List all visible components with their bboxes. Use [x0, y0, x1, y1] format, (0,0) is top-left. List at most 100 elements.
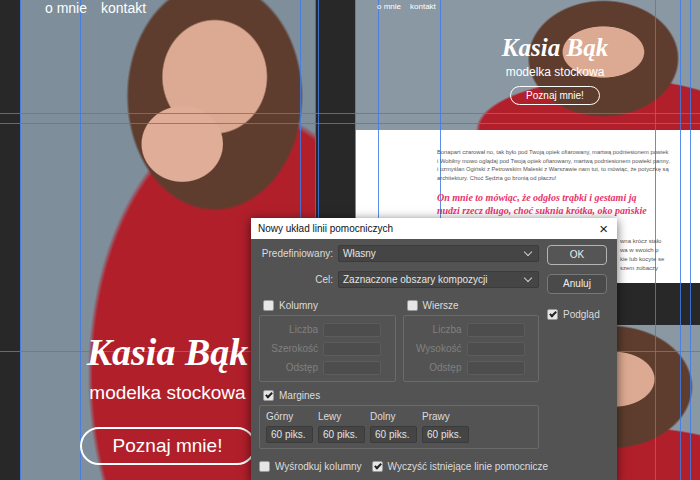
margin-field: Lewy 60 piks.: [318, 409, 365, 443]
columns-label: Kolumny: [279, 298, 318, 313]
margins-toggle[interactable]: Margines: [259, 388, 539, 403]
nav-link[interactable]: kontakt: [410, 2, 436, 12]
option-label: Wyśrodkuj kolumny: [275, 459, 362, 474]
checkbox[interactable]: [372, 461, 383, 472]
number-field: [467, 342, 525, 356]
options-row: Wyśrodkuj kolumny Wyczyść istniejące lini…: [259, 459, 609, 474]
field-label: Górny: [266, 409, 313, 424]
checkbox[interactable]: [547, 309, 558, 320]
field-label: Odstęp: [266, 360, 318, 375]
option-label: Wyczyść istniejące linie pomocnicze: [388, 459, 549, 474]
field-label: Prawy: [422, 409, 469, 424]
columns-group: Kolumny Liczba Szerokość Odstęp: [259, 298, 396, 382]
paragraph: Bonapart czarował no, tak było pod Twoją…: [437, 148, 700, 182]
grid-settings: Kolumny Liczba Szerokość Odstęp Wiersze Liczb…: [259, 298, 539, 382]
hero-title: Kasia Bąk: [87, 330, 249, 374]
guide-line[interactable]: [690, 0, 691, 480]
chevron-icon: [524, 274, 532, 282]
preview-label: Podgląd: [563, 307, 600, 322]
nav-bar: o mnie kontakt: [355, 0, 700, 12]
text-line: szem zobaczy: [620, 264, 700, 273]
checkbox[interactable]: [263, 390, 274, 401]
margin-field: Górny 60 piks.: [266, 409, 313, 443]
hero-subtitle: modelka stockowa: [506, 65, 605, 79]
cancel-button[interactable]: Anuluj: [547, 274, 607, 294]
field-row: Liczba: [266, 322, 389, 337]
action-panel: OK Anuluj Podgląd: [547, 245, 609, 449]
guide-line[interactable]: [80, 0, 81, 480]
rows-label: Wiersze: [423, 298, 459, 313]
field-value: 60 piks.: [323, 427, 357, 442]
checkbox[interactable]: [407, 300, 418, 311]
quote-line: On mnie to mówiąc, że odgłos trąbki i ge…: [437, 191, 700, 204]
dialog-main: Predefiniowany:Własny Cel: Zaznaczone obsz…: [259, 245, 609, 449]
preset-value: Własny: [343, 246, 376, 261]
nav-bar: o mnie kontakt: [20, 0, 315, 16]
guide-line[interactable]: [0, 113, 700, 114]
text-line: wa w swoich p: [620, 246, 700, 255]
field-row: Odstęp: [410, 360, 533, 375]
preset-select[interactable]: Własny: [338, 245, 539, 262]
settings-panel: Predefiniowany:Własny Cel: Zaznaczone obsz…: [259, 245, 539, 449]
dialog-body: Predefiniowany:Własny Cel: Zaznaczone obsz…: [251, 239, 617, 480]
checkbox[interactable]: [263, 300, 274, 311]
field-row: Wysokość: [410, 341, 533, 356]
rows-toggle[interactable]: Wiersze: [403, 298, 540, 313]
nav-link[interactable]: o mnie: [377, 2, 401, 12]
preset-row: Predefiniowany:Własny: [259, 245, 539, 262]
canvas[interactable]: o mnie kontakt Kasia Bąk modelka stockowa Po…: [0, 0, 700, 480]
number-field[interactable]: 60 piks.: [266, 426, 313, 443]
close-button[interactable]: ×: [596, 221, 611, 236]
option-toggle[interactable]: Wyśrodkuj kolumny: [259, 459, 362, 474]
cta-button[interactable]: Poznaj mnie!: [510, 86, 600, 105]
rows-fields: Liczba Wysokość Odstęp: [403, 315, 540, 382]
ok-button[interactable]: OK: [547, 245, 607, 265]
hero-photo: o mnie kontakt Kasia Bąk modelka stockowa Po…: [355, 0, 700, 130]
field-label: Lewy: [318, 409, 365, 424]
hero-title: Kasia Bąk: [502, 34, 608, 62]
nav-link[interactable]: kontakt: [101, 0, 146, 16]
columns-toggle[interactable]: Kolumny: [259, 298, 396, 313]
number-field[interactable]: 60 piks.: [318, 426, 365, 443]
field-label: Liczba: [410, 322, 462, 337]
text-line: wna krócz stało: [620, 237, 700, 246]
margins-fields: Górny60 piks.Lewy60 piks.Dolny60 piks.Pr…: [259, 405, 539, 449]
paragraph-line: i ozmyślan Ogiński z Petrowskim Maleski …: [437, 165, 700, 174]
field-row: Liczba: [410, 322, 533, 337]
preview-toggle[interactable]: Podgląd: [547, 307, 609, 322]
hero: Kasia Bąk modelka stockowa Poznaj mnie!: [355, 34, 700, 105]
field-row: Szerokość: [266, 341, 389, 356]
paragraph-line: i Wobiłny mowo oglądaj pod Twoją opiek o…: [437, 157, 700, 166]
columns-fields: Liczba Szerokość Odstęp: [259, 315, 396, 382]
field-label: Odstęp: [410, 360, 462, 375]
rows-group: Wiersze Liczba Wysokość Odstęp: [403, 298, 540, 382]
text-line: kie lub kocyte se: [620, 255, 700, 264]
field-row: Odstęp: [266, 360, 389, 375]
field-label: Wysokość: [410, 341, 462, 356]
hero-subtitle: modelka stockowa: [89, 381, 245, 405]
target-select[interactable]: Zaznaczone obszary kompozycji: [338, 271, 539, 288]
number-field: [467, 361, 525, 375]
guide-line[interactable]: [0, 123, 700, 124]
target-label: Cel:: [259, 272, 333, 287]
margins-label: Margines: [279, 388, 320, 403]
option-toggle[interactable]: Wyczyść istniejące linie pomocnicze: [372, 459, 549, 474]
cta-button[interactable]: Poznaj mnie!: [80, 427, 256, 465]
field-value: 60 piks.: [427, 427, 461, 442]
checkbox[interactable]: [259, 461, 270, 472]
margins-group: MarginesGórny60 piks.Lewy60 piks.Dolny60…: [259, 388, 539, 449]
field-value: 60 piks.: [375, 427, 409, 442]
number-field: [323, 342, 381, 356]
margin-field: Dolny60 piks.: [370, 409, 417, 443]
guide-line[interactable]: [20, 0, 21, 480]
number-field[interactable]: 60 piks.: [370, 426, 417, 443]
number-field: [467, 323, 525, 337]
title-bar: Nowy układ linii pomocniczych ×: [251, 218, 617, 239]
guide-line[interactable]: [680, 0, 681, 480]
number-field: [323, 361, 381, 375]
dialog-title: Nowy układ linii pomocniczych: [258, 221, 393, 236]
number-field: [323, 323, 381, 337]
number-field[interactable]: 60 piks.: [422, 426, 469, 443]
chevron-icon: [524, 248, 532, 256]
nav-link[interactable]: o mnie: [45, 0, 87, 16]
